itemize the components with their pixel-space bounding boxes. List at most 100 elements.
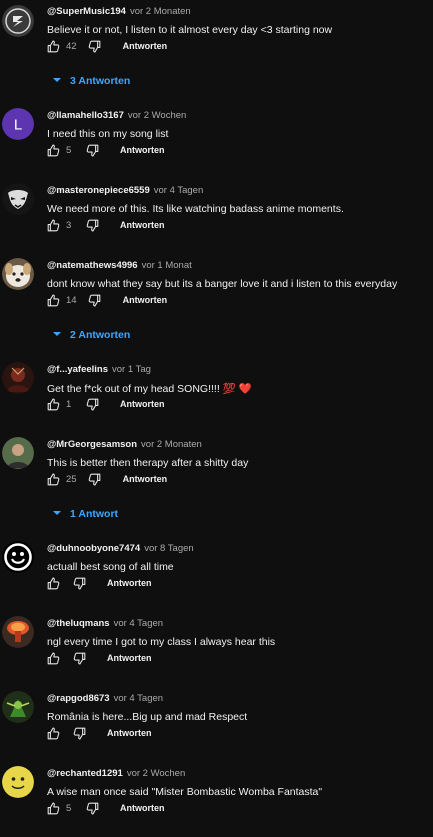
thumbs-up-icon[interactable] xyxy=(45,217,61,233)
comment-text: dont know what they say but its a banger… xyxy=(47,278,398,290)
replies-label: 3 Antworten xyxy=(70,75,131,87)
like-count: 3 xyxy=(66,219,72,231)
thumbs-down-icon[interactable] xyxy=(87,471,103,487)
like-count: 5 xyxy=(66,802,72,814)
thumbs-down-icon[interactable] xyxy=(71,650,87,666)
thumbs-down-icon[interactable] xyxy=(84,396,100,412)
replies-label: 2 Antworten xyxy=(70,329,131,341)
dog-avatar[interactable] xyxy=(2,258,34,290)
supermusic-logo-avatar[interactable] xyxy=(2,5,34,37)
replies-label: 1 Antwort xyxy=(70,508,119,520)
comment-header: @llamahello3167 vor 2 Wochen xyxy=(47,110,186,121)
comment-timestamp[interactable]: vor 8 Tagen xyxy=(144,543,193,554)
comment-text: actuall best song of all time xyxy=(47,561,174,573)
thumbs-down-icon[interactable] xyxy=(71,575,87,591)
comment-text: ngl every time I got to my class I alway… xyxy=(47,636,276,648)
green-character-avatar[interactable] xyxy=(2,691,34,723)
letter-l-avatar[interactable]: L xyxy=(2,108,34,140)
comment-author[interactable]: @duhnoobyone7474 xyxy=(47,543,140,554)
comment-author[interactable]: @rechanted1291 xyxy=(47,768,123,779)
thumbs-down-icon[interactable] xyxy=(87,292,103,308)
comment-author[interactable]: @masteronepiece6559 xyxy=(47,185,150,196)
like-count: 1 xyxy=(66,398,72,410)
comment-actions: 5 Antworten xyxy=(45,142,165,158)
reply-button[interactable]: Antworten xyxy=(120,803,165,813)
comment-timestamp[interactable]: vor 1 Monat xyxy=(142,260,192,271)
thumbs-up-icon[interactable] xyxy=(45,650,61,666)
chevron-down-icon xyxy=(52,75,70,88)
thumbs-up-icon[interactable] xyxy=(45,38,61,54)
comment-timestamp[interactable]: vor 2 Monaten xyxy=(130,6,191,17)
comment-actions: Antworten xyxy=(45,575,152,591)
comment-text: Believe it or not, I listen to it almost… xyxy=(47,24,333,36)
comment-author[interactable]: @natemathews4996 xyxy=(47,260,138,271)
comment-text: This is better then therapy after a shit… xyxy=(47,457,249,469)
thumbs-down-icon[interactable] xyxy=(84,800,100,816)
comment-header: @rapgod8673 vor 4 Tagen xyxy=(47,693,163,704)
comment-text: A wise man once said "Mister Bombastic W… xyxy=(47,786,323,798)
comment-author[interactable]: @theluqmans xyxy=(47,618,110,629)
explosion-avatar[interactable] xyxy=(2,616,34,648)
comment-timestamp[interactable]: vor 2 Wochen xyxy=(128,110,186,121)
comment-header: @MrGeorgesamson vor 2 Monaten xyxy=(47,439,202,450)
comment-timestamp[interactable]: vor 4 Tagen xyxy=(114,618,163,629)
comment-text: Get the f*ck out of my head SONG!!!! 💯 ❤… xyxy=(47,383,252,395)
comment-header: @duhnoobyone7474 vor 8 Tagen xyxy=(47,543,194,554)
like-count: 25 xyxy=(66,473,77,485)
comment-author[interactable]: @rapgod8673 xyxy=(47,693,110,704)
comment-header: @f...yafeelins vor 1 Tag xyxy=(47,364,151,375)
comment-header: @theluqmans vor 4 Tagen xyxy=(47,618,163,629)
comment-timestamp[interactable]: vor 2 Monaten xyxy=(141,439,202,450)
comment-author[interactable]: @f...yafeelins xyxy=(47,364,108,375)
comment-author[interactable]: @SuperMusic194 xyxy=(47,6,126,17)
yellow-face-avatar[interactable] xyxy=(2,766,34,798)
reply-button[interactable]: Antworten xyxy=(107,728,152,738)
comment-actions: Antworten xyxy=(45,650,152,666)
anime-mask-avatar[interactable] xyxy=(2,183,34,215)
thumbs-up-icon[interactable] xyxy=(45,800,61,816)
comment-actions: 42 Antworten xyxy=(45,38,167,54)
dark-art-avatar[interactable] xyxy=(2,362,34,394)
thumbs-up-icon[interactable] xyxy=(45,575,61,591)
chevron-down-icon xyxy=(52,329,70,342)
comment-header: @natemathews4996 vor 1 Monat xyxy=(47,260,192,271)
comment-timestamp[interactable]: vor 2 Wochen xyxy=(127,768,185,779)
thumbs-up-icon[interactable] xyxy=(45,292,61,308)
reply-button[interactable]: Antworten xyxy=(107,578,152,588)
thumbs-up-icon[interactable] xyxy=(45,396,61,412)
comment-text: România is here...Big up and mad Respect xyxy=(47,711,248,723)
view-replies-button[interactable]: 3 Antworten xyxy=(52,73,130,89)
comment-actions: 3 Antworten xyxy=(45,217,165,233)
comment-actions: 5 Antworten xyxy=(45,800,165,816)
view-replies-button[interactable]: 2 Antworten xyxy=(52,327,130,343)
reply-button[interactable]: Antworten xyxy=(123,295,168,305)
comment-actions: 14 Antworten xyxy=(45,292,167,308)
reply-button[interactable]: Antworten xyxy=(120,145,165,155)
comment-actions: 25 Antworten xyxy=(45,471,167,487)
comment-timestamp[interactable]: vor 4 Tagen xyxy=(154,185,203,196)
reply-button[interactable]: Antworten xyxy=(120,220,165,230)
comment-timestamp[interactable]: vor 1 Tag xyxy=(112,364,151,375)
person-photo-avatar[interactable] xyxy=(2,437,34,469)
comment-author[interactable]: @llamahello3167 xyxy=(47,110,124,121)
reply-button[interactable]: Antworten xyxy=(120,399,165,409)
comment-actions: 1 Antworten xyxy=(45,396,165,412)
comment-author[interactable]: @MrGeorgesamson xyxy=(47,439,137,450)
reply-button[interactable]: Antworten xyxy=(107,653,152,663)
thumbs-up-icon[interactable] xyxy=(45,725,61,741)
thumbs-down-icon[interactable] xyxy=(71,725,87,741)
smiley-face-avatar[interactable] xyxy=(2,541,34,573)
thumbs-up-icon[interactable] xyxy=(45,471,61,487)
thumbs-down-icon[interactable] xyxy=(84,142,100,158)
view-replies-button[interactable]: 1 Antwort xyxy=(52,506,118,522)
thumbs-up-icon[interactable] xyxy=(45,142,61,158)
comment-actions: Antworten xyxy=(45,725,152,741)
thumbs-down-icon[interactable] xyxy=(84,217,100,233)
thumbs-down-icon[interactable] xyxy=(87,38,103,54)
reply-button[interactable]: Antworten xyxy=(123,41,168,51)
comment-timestamp[interactable]: vor 4 Tagen xyxy=(114,693,163,704)
svg-text:L: L xyxy=(14,117,22,134)
comment-header: @SuperMusic194 vor 2 Monaten xyxy=(47,6,191,17)
comment-text: We need more of this. Its like watching … xyxy=(47,203,344,215)
reply-button[interactable]: Antworten xyxy=(123,474,168,484)
